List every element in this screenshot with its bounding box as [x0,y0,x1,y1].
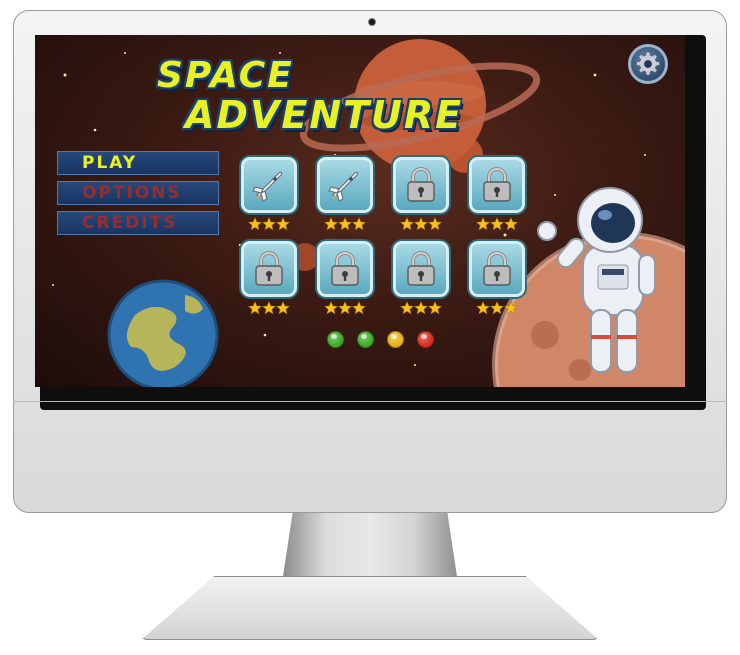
star-icon [428,301,442,315]
page-dot-1[interactable] [327,331,344,348]
page-dot-2[interactable] [357,331,374,348]
page-dot-3[interactable] [387,331,404,348]
level-2-stars [317,217,373,231]
level-8-stars [469,301,525,315]
level-8-tile[interactable] [469,241,525,297]
gear-icon [636,51,660,76]
star-icon [324,301,338,315]
monitor-stand-base [141,576,599,640]
star-icon [428,217,442,231]
earth-planet [107,279,219,387]
space-shuttle-icon [325,165,365,205]
level-3-tile[interactable] [393,157,449,213]
level-5-stars [241,301,297,315]
star-icon [276,301,290,315]
padlock-icon [401,165,441,205]
webcam [368,18,376,26]
star-icon [476,301,490,315]
star-icon [400,301,414,315]
monitor-stand-neck [282,513,458,583]
star-icon [248,301,262,315]
star-icon [352,301,366,315]
level-7-stars [393,301,449,315]
padlock-icon [401,249,441,289]
padlock-icon [477,165,517,205]
padlock-icon [249,249,289,289]
star-icon [338,217,352,231]
star-icon [262,301,276,315]
star-icon [276,217,290,231]
star-icon [490,301,504,315]
star-icon [324,217,338,231]
level-5-tile[interactable] [241,241,297,297]
space-shuttle-icon [249,165,289,205]
game-title-line1: SPACE [157,55,294,96]
level-3-stars [393,217,449,231]
monitor-chin [13,401,727,402]
star-icon [504,301,518,315]
game-title-line2: ADVENTURE [185,93,464,137]
star-icon [504,217,518,231]
level-4-tile[interactable] [469,157,525,213]
star-icon [338,301,352,315]
star-icon [490,217,504,231]
star-icon [414,217,428,231]
level-1-tile[interactable] [241,157,297,213]
padlock-icon [477,249,517,289]
level-6-tile[interactable] [317,241,373,297]
padlock-icon [325,249,365,289]
menu-options-button[interactable]: OPTIONS [57,181,219,205]
level-2-tile[interactable] [317,157,373,213]
level-1-stars [241,217,297,231]
page-dot-4[interactable] [417,331,434,348]
star-icon [352,217,366,231]
star-icon [400,217,414,231]
star-icon [476,217,490,231]
star-icon [248,217,262,231]
menu-credits-button[interactable]: CREDITS [57,211,219,235]
level-6-stars [317,301,373,315]
menu-play-button[interactable]: PLAY [57,151,219,175]
star-icon [262,217,276,231]
star-icon [414,301,428,315]
level-4-stars [469,217,525,231]
settings-button[interactable] [628,44,668,84]
level-7-tile[interactable] [393,241,449,297]
game-screen: SPACE ADVENTURE PLAY OPTIONS CREDITS [35,35,685,387]
